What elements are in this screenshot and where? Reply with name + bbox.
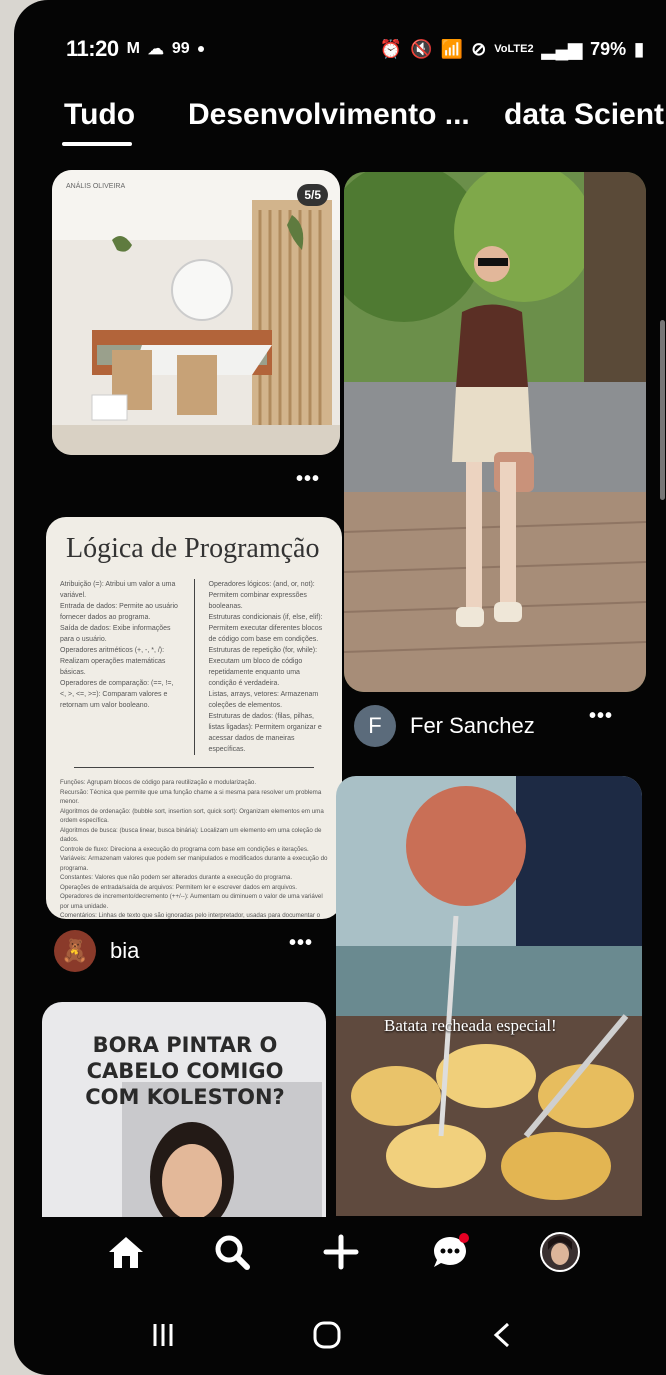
nav-search-button[interactable] [208, 1228, 256, 1276]
pin-brand: ANÁLIS OLIVEIRA [66, 181, 125, 190]
author-avatar: F [354, 705, 396, 747]
doc-divider [193, 579, 195, 755]
dnd-icon: ⊘ [471, 38, 487, 59]
alarm-icon: ⏰ [379, 38, 403, 59]
author-name: bia [110, 938, 140, 963]
tab-desenvolvimento[interactable]: Desenvolvimento ... [188, 98, 470, 132]
outfit-image [344, 172, 646, 692]
battery-icon: ▮ [634, 38, 644, 59]
scrollbar[interactable] [660, 320, 665, 500]
back-button[interactable] [482, 1300, 522, 1370]
nav-profile-button[interactable] [536, 1228, 584, 1276]
doc-item: Funções: Agrupam blocos de código para r… [60, 779, 257, 786]
recent-apps-icon [153, 1324, 173, 1346]
carousel-badge: 5/5 [297, 184, 328, 206]
signal-icon: ▂▄▆ [541, 38, 583, 59]
doc-item: Operadores de comparação: (==, !=, <, >,… [60, 680, 174, 709]
cloud-icon: ☁ [147, 41, 164, 58]
status-right: ⏰ 🔇 📶 ⊘ VoLTE2 ▂▄▆ 79% ▮ [380, 39, 644, 60]
chat-icon [434, 1233, 469, 1267]
doc-col-right: Operadores lógicos: (and, or, not): Perm… [209, 579, 329, 755]
home-system-button[interactable] [307, 1300, 347, 1370]
pin-outfit-more-button[interactable]: ••• [589, 705, 613, 728]
doc-item: Atribuição (=): Atribui um valor a uma v… [60, 581, 176, 599]
doc-item: Constantes: Valores que não podem ser al… [60, 874, 293, 881]
board-tabs: Tudo Desenvolvimento ... data Scient [64, 98, 666, 158]
interior-image: ANÁLIS OLIVEIRA [52, 170, 340, 455]
wifi-icon: 📶 [440, 38, 464, 59]
home-circle-icon [313, 1321, 341, 1349]
home-icon [109, 1237, 143, 1268]
food-caption: Batata recheada especial! [384, 1016, 557, 1035]
tab-tudo[interactable]: Tudo [64, 98, 135, 132]
doc-item: Comentários: Linhas de texto que são ign… [60, 912, 321, 919]
doc-item: Controle de fluxo: Direciona a execução … [60, 845, 309, 853]
profile-icon [540, 1232, 580, 1272]
battery-text: 79% [590, 38, 627, 59]
recent-apps-button[interactable] [143, 1300, 183, 1370]
volte-label: VoLTE2 [494, 42, 534, 55]
status-time: 11:20 [66, 36, 119, 61]
nav-messages-button[interactable] [426, 1228, 474, 1276]
search-icon [215, 1235, 250, 1270]
doc-item: Operadores de incremento/decremento (++/… [60, 893, 323, 910]
mute-icon: 🔇 [410, 38, 433, 59]
pin-outfit[interactable] [344, 172, 646, 692]
phone-screen: 11:20 M ☁ 99 ⏰ 🔇 📶 ⊘ VoLTE2 ▂▄▆ 79% ▮ Tu… [14, 0, 666, 1375]
status-bar: 11:20 M ☁ 99 ⏰ 🔇 📶 ⊘ VoLTE2 ▂▄▆ 79% ▮ [66, 34, 644, 64]
doc-item: Operações de entrada/saída de arquivos: … [60, 883, 297, 891]
pin-logic-author[interactable]: 🧸 bia [54, 930, 139, 972]
author-name: Fer Sanchez [410, 713, 535, 738]
back-icon [493, 1322, 510, 1348]
doc-item: Algoritmos de ordenação: (bubble sort, i… [60, 807, 324, 825]
doc-item: Estruturas de repetição (for, while): Ex… [208, 647, 318, 687]
doc-item: Estruturas de dados: (filas, pilhas, lis… [208, 713, 322, 753]
tab-data-scient[interactable]: data Scient [504, 98, 664, 132]
pin-outfit-author[interactable]: F Fer Sanchez [354, 705, 535, 747]
doc-item: Operadores aritméticos (+, -, *, /): Rea… [60, 647, 166, 676]
doc-item: Estruturas condicionais (if, else, elif)… [208, 614, 323, 643]
food-image [336, 776, 642, 1216]
pin-hair[interactable]: BORA PINTAR O CABELO COMIGO COM KOLESTON… [42, 1002, 326, 1217]
doc-item: Listas, arrays, vetores: Armazenam coleç… [208, 691, 319, 709]
notification-count: 99 [171, 40, 190, 57]
pin-logic-doc[interactable]: Lógica de Programção Atribuição (=): Atr… [46, 517, 342, 919]
gmail-icon: M [126, 40, 140, 57]
author-avatar: 🧸 [54, 930, 96, 972]
doc-item: Recursão: Técnica que permite que uma fu… [60, 788, 322, 806]
doc-footer: Funções: Agrupam blocos de código para r… [46, 778, 342, 919]
pin-interior[interactable]: ANÁLIS OLIVEIRA 5/5 [52, 170, 340, 455]
doc-title: Lógica de Programção [66, 533, 320, 564]
hair-caption: BORA PINTAR O CABELO COMIGO COM KOLESTON… [85, 1033, 285, 1109]
doc-separator [74, 767, 314, 768]
notification-dot-icon [197, 46, 204, 52]
doc-item: Saída de dados: Exibe informações para o… [60, 625, 171, 643]
pin-interior-more-button[interactable]: ••• [296, 468, 320, 491]
bottom-nav [28, 1210, 666, 1310]
active-tab-indicator [62, 142, 132, 146]
pin-food[interactable]: Batata recheada especial! [336, 776, 642, 1216]
doc-col-left: Atribuição (=): Atribui um valor a uma v… [60, 579, 180, 755]
nav-home-button[interactable] [102, 1228, 150, 1276]
doc-item: Operadores lógicos: (and, or, not): Perm… [208, 581, 315, 610]
pin-logic-more-button[interactable]: ••• [289, 932, 313, 955]
plus-icon [323, 1234, 359, 1270]
nav-create-button[interactable] [317, 1228, 365, 1276]
doc-item: Algoritmos de busca: (busca linear, busc… [60, 826, 322, 844]
doc-item: Entrada de dados: Permite ao usuário for… [60, 603, 178, 621]
doc-item: Variáveis: Armazenam valores que podem s… [60, 855, 328, 872]
